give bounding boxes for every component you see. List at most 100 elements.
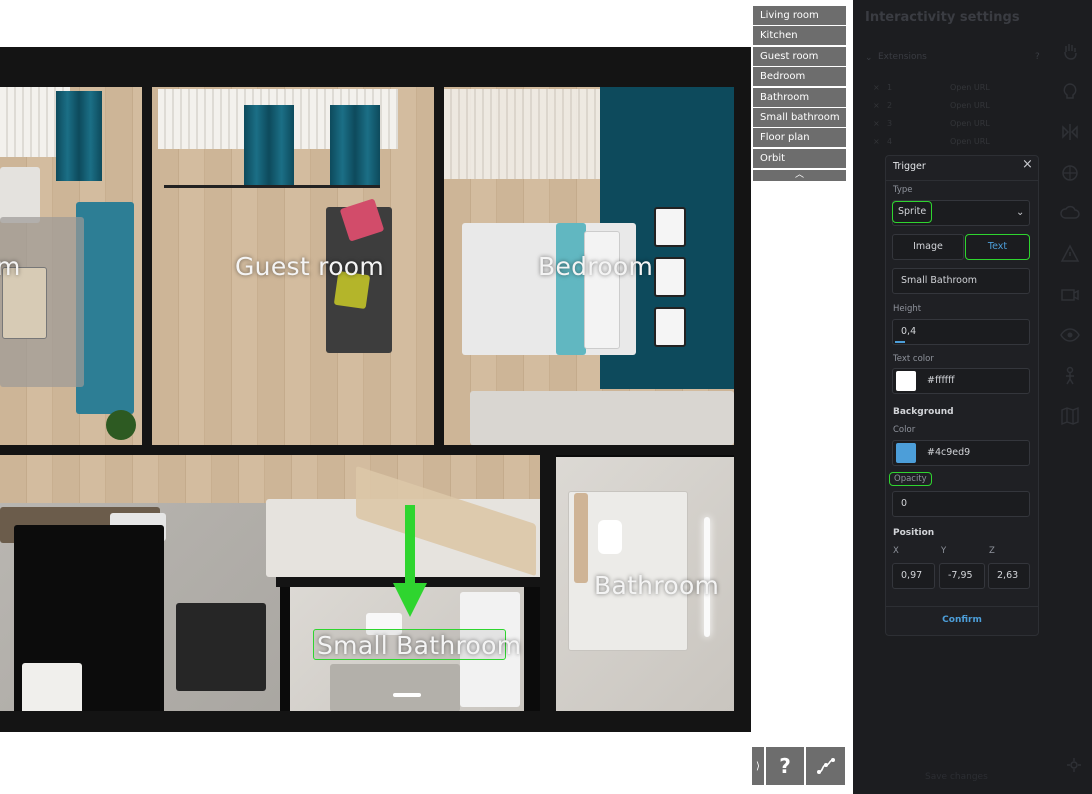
background-heading: Background bbox=[893, 407, 954, 417]
living-room-label: m bbox=[0, 252, 21, 281]
bedroom-frame-3 bbox=[654, 307, 686, 347]
bg-color-input[interactable]: #4c9ed9 bbox=[892, 440, 1030, 466]
annotation-arrow-icon bbox=[393, 505, 427, 617]
extension-name: 2 bbox=[887, 101, 893, 110]
text-color-value: #ffffff bbox=[927, 375, 955, 386]
bg-color-value: #4c9ed9 bbox=[927, 447, 971, 458]
app-root: m Guest room Bedroom Bathroom Small Bath… bbox=[0, 0, 1092, 794]
sphere-icon[interactable] bbox=[1059, 162, 1081, 184]
bathroom-sink bbox=[598, 520, 622, 554]
path-curve-icon bbox=[816, 758, 835, 774]
help-icon: ? bbox=[779, 754, 791, 778]
view-item-bedroom[interactable]: Bedroom bbox=[753, 67, 846, 87]
type-select[interactable]: Sprite ⌄ bbox=[892, 200, 1030, 226]
type-value: Sprite bbox=[892, 201, 933, 223]
living-room-curtain bbox=[56, 91, 102, 181]
extension-row-3[interactable]: × 3 Open URL bbox=[873, 119, 1035, 133]
floor-plan-viewport[interactable]: m Guest room Bedroom Bathroom Small Bath… bbox=[0, 47, 751, 732]
type-label: Type bbox=[893, 185, 913, 195]
help-button[interactable]: ? bbox=[766, 747, 804, 785]
wall-outer-bottom bbox=[0, 711, 751, 732]
mirror-icon[interactable] bbox=[1059, 121, 1081, 143]
confirm-button[interactable]: Confirm bbox=[886, 615, 1038, 625]
extension-action: Open URL bbox=[950, 83, 990, 92]
lightbulb-icon[interactable] bbox=[1059, 81, 1081, 103]
settings-gear-icon[interactable] bbox=[1067, 758, 1081, 772]
view-item-kitchen[interactable]: Kitchen bbox=[753, 26, 846, 46]
extension-toggle-icon: × bbox=[873, 83, 880, 92]
text-color-input[interactable]: #ffffff bbox=[892, 368, 1030, 394]
opacity-input[interactable]: 0 bbox=[892, 491, 1030, 517]
extension-row-1[interactable]: × 1 Open URL bbox=[873, 83, 1035, 97]
view-item-guest-room[interactable]: Guest room bbox=[753, 46, 846, 66]
extension-name: 4 bbox=[887, 137, 893, 146]
extension-toggle-icon: × bbox=[873, 119, 880, 128]
bg-color-swatch[interactable] bbox=[896, 443, 916, 463]
bedroom-frame-2 bbox=[654, 257, 686, 297]
chevron-right-icon: ⟩ bbox=[756, 760, 760, 772]
viewer-controls: ⟩ ? bbox=[752, 747, 845, 785]
pos-x-label: X bbox=[893, 546, 899, 556]
bedroom-wardrobe bbox=[470, 391, 734, 445]
view-item-living-room[interactable]: Living room bbox=[753, 6, 846, 25]
bg-color-label: Color bbox=[893, 425, 916, 435]
view-item-bathroom[interactable]: Bathroom bbox=[753, 87, 846, 107]
pos-y-input[interactable]: -7,95 bbox=[939, 563, 985, 589]
height-input[interactable]: 0,4 bbox=[892, 319, 1030, 345]
trigger-dialog: Trigger × Type Sprite ⌄ Image Text Small… bbox=[885, 155, 1039, 636]
kitchen-doormat bbox=[176, 603, 266, 691]
trigger-divider bbox=[886, 180, 1038, 181]
bathroom-cabinet bbox=[574, 493, 588, 583]
hand-icon[interactable] bbox=[1059, 40, 1081, 62]
cloud-icon[interactable] bbox=[1059, 202, 1081, 224]
extension-name: 3 bbox=[887, 119, 893, 128]
mode-text-button[interactable]: Text bbox=[965, 234, 1030, 260]
close-icon[interactable]: × bbox=[1022, 157, 1033, 172]
person-icon[interactable] bbox=[1059, 365, 1081, 387]
bedroom-bed-throw bbox=[556, 223, 586, 355]
text-color-label: Text color bbox=[893, 354, 934, 364]
position-heading: Position bbox=[893, 528, 935, 538]
settings-title: Interactivity settings bbox=[865, 10, 1020, 25]
wall-hallway-top bbox=[0, 445, 734, 455]
opacity-label: Opacity bbox=[889, 472, 932, 486]
small-bathroom-sprite[interactable]: Small Bathroom bbox=[313, 629, 521, 660]
extension-action: Open URL bbox=[950, 119, 990, 128]
wall-guest-left bbox=[142, 85, 152, 447]
path-tool-button[interactable] bbox=[806, 747, 845, 785]
extension-row-4[interactable]: × 4 Open URL bbox=[873, 137, 1035, 151]
guest-room-label: Guest room bbox=[235, 252, 385, 281]
save-changes-button[interactable]: Save changes bbox=[925, 772, 988, 782]
guest-room-curtain-left bbox=[244, 105, 294, 185]
extensions-help-icon: ? bbox=[1035, 52, 1040, 62]
pos-z-input[interactable]: 2,63 bbox=[988, 563, 1030, 589]
height-slider-fill bbox=[895, 341, 905, 343]
warning-icon[interactable] bbox=[1059, 243, 1081, 265]
view-item-orbit[interactable]: Orbit bbox=[753, 148, 846, 168]
view-item-small-bathroom[interactable]: Small bathroom bbox=[753, 107, 846, 127]
text-color-swatch[interactable] bbox=[896, 371, 916, 391]
mode-image-button[interactable]: Image bbox=[892, 234, 964, 260]
eye-icon[interactable] bbox=[1059, 324, 1081, 346]
extension-toggle-icon: × bbox=[873, 101, 880, 110]
trigger-footer-divider bbox=[886, 606, 1038, 607]
bathroom-label: Bathroom bbox=[594, 571, 720, 600]
expand-panel-button[interactable]: ⟩ bbox=[752, 747, 764, 785]
mode-toggle: Image Text bbox=[892, 234, 1030, 260]
living-room-armchair bbox=[0, 167, 40, 223]
view-item-floor-plan[interactable]: Floor plan bbox=[753, 128, 846, 148]
map-icon[interactable] bbox=[1059, 405, 1081, 427]
pos-z-label: Z bbox=[989, 546, 995, 556]
extension-row-2[interactable]: × 2 Open URL bbox=[873, 101, 1035, 115]
chevron-down-icon: ⌄ bbox=[1016, 207, 1025, 218]
collapse-menu-button[interactable]: ︿ bbox=[753, 169, 846, 181]
height-value: 0,4 bbox=[901, 326, 917, 337]
extension-name: 1 bbox=[887, 83, 893, 92]
bedroom-frame-1 bbox=[654, 207, 686, 247]
pos-x-input[interactable]: 0,97 bbox=[892, 563, 935, 589]
camera-icon[interactable] bbox=[1059, 284, 1081, 306]
wall-outer-right bbox=[734, 85, 751, 732]
wall-guest-inner bbox=[164, 185, 380, 188]
living-room-sofa bbox=[76, 202, 134, 414]
text-input[interactable]: Small Bathroom bbox=[892, 268, 1030, 294]
